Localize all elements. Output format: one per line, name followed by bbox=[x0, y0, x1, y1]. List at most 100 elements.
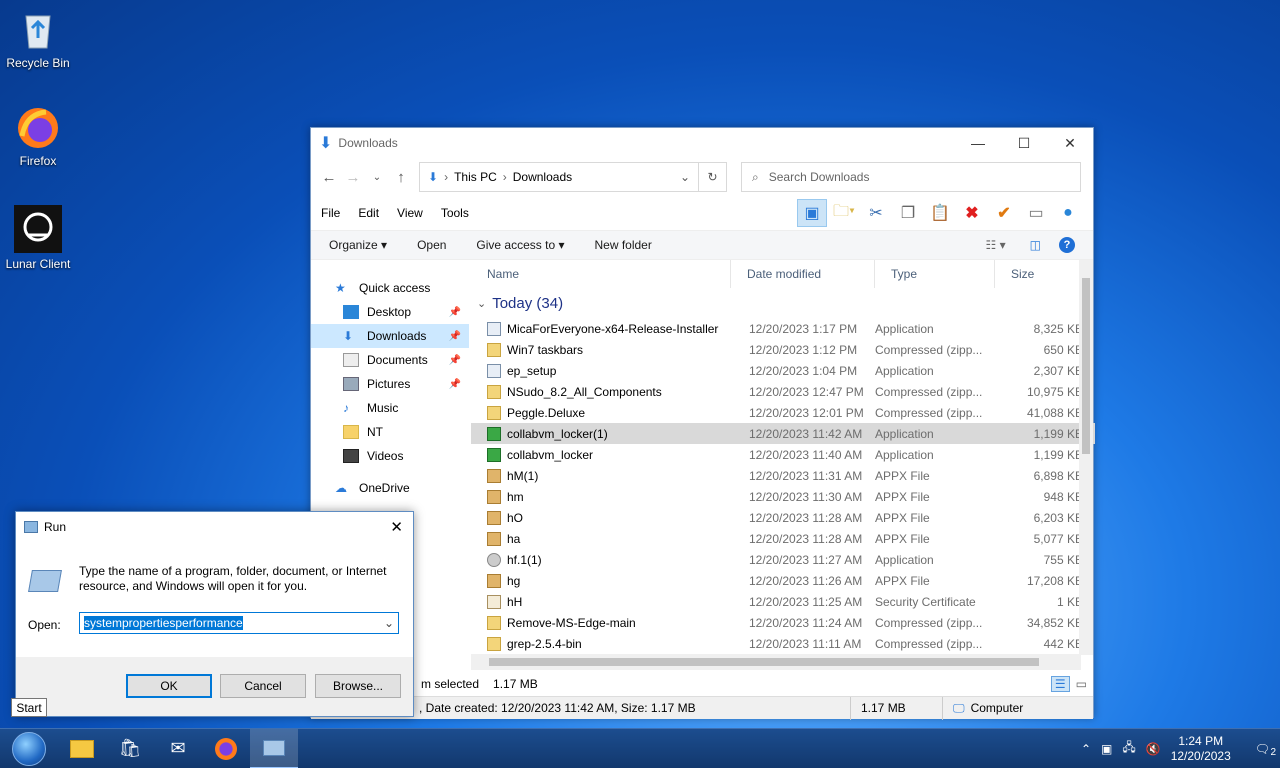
menu-edit[interactable]: Edit bbox=[358, 206, 379, 220]
cancel-button[interactable]: Cancel bbox=[220, 674, 306, 698]
scroll-thumb[interactable] bbox=[489, 658, 1039, 666]
taskbar-file-explorer[interactable] bbox=[58, 729, 106, 768]
table-row[interactable]: hM(1) 12/20/2023 11:31 AM APPX File 6,898 K… bbox=[471, 465, 1095, 486]
run-dialog[interactable]: Run ✕ Type the name of a program, folder… bbox=[15, 511, 414, 717]
dropdown-chevron-icon[interactable]: ⌄ bbox=[384, 616, 394, 630]
table-row[interactable]: hm 12/20/2023 11:30 AM APPX File 948 KB bbox=[471, 486, 1095, 507]
up-button[interactable]: ↑ bbox=[389, 169, 413, 186]
show-hidden-icons-chevron-icon[interactable]: ⌃ bbox=[1081, 742, 1091, 756]
table-row[interactable]: Win7 taskbars 12/20/2023 1:12 PM Compresse… bbox=[471, 339, 1095, 360]
clock[interactable]: 1:24 PM 12/20/2023 bbox=[1171, 734, 1231, 764]
breadcrumb-this-pc[interactable]: This PC bbox=[454, 170, 497, 184]
file-size: 6,898 KB bbox=[1033, 468, 1083, 483]
breadcrumb-downloads[interactable]: Downloads bbox=[513, 170, 572, 184]
table-row[interactable]: collabvm_locker(1) 12/20/2023 11:42 AM App… bbox=[471, 423, 1095, 444]
taskbar-run[interactable] bbox=[250, 728, 298, 768]
large-icons-view-icon[interactable]: ▭ bbox=[1076, 677, 1087, 691]
table-row[interactable]: MicaForEveryone-x64-Release-Installer 12/… bbox=[471, 318, 1095, 339]
maximize-button[interactable]: ☐ bbox=[1001, 128, 1047, 158]
paste-icon[interactable]: 📋 bbox=[925, 199, 955, 227]
close-button[interactable]: ✕ bbox=[390, 518, 403, 536]
nav-music[interactable]: ♪ Music bbox=[311, 396, 469, 420]
run-command-input[interactable]: systempropertiesperformance ⌄ bbox=[79, 612, 399, 634]
check-icon[interactable]: ✔ bbox=[989, 199, 1019, 227]
ok-button[interactable]: OK bbox=[126, 674, 212, 698]
close-button[interactable]: ✕ bbox=[1047, 128, 1093, 158]
desktop-icon-lunar-client[interactable]: Lunar Client bbox=[0, 205, 76, 271]
notifications-icon[interactable]: 🗨 2 bbox=[1255, 742, 1276, 758]
run-titlebar[interactable]: Run ✕ bbox=[16, 512, 413, 542]
table-row[interactable]: hO 12/20/2023 11:28 AM APPX File 6,203 KB bbox=[471, 507, 1095, 528]
recent-locations-button[interactable]: ⌄ bbox=[365, 172, 389, 183]
file-type: APPX File bbox=[875, 468, 930, 483]
menu-tools[interactable]: Tools bbox=[441, 206, 469, 220]
open-button[interactable]: Open bbox=[417, 238, 446, 252]
explorer-titlebar[interactable]: ⬇ Downloads — ☐ ✕ bbox=[311, 128, 1093, 158]
column-type[interactable]: Type bbox=[875, 260, 995, 288]
forward-button[interactable]: → bbox=[341, 169, 365, 186]
taskbar-store[interactable]: 🛍 bbox=[106, 729, 154, 768]
volume-muted-icon[interactable]: 🔇 bbox=[1146, 742, 1161, 756]
nav-quick-access[interactable]: ★ Quick access bbox=[311, 276, 469, 300]
nav-downloads[interactable]: ⬇ Downloads 📌 bbox=[311, 324, 469, 348]
table-row[interactable]: ha 12/20/2023 11:28 AM APPX File 5,077 KB bbox=[471, 528, 1095, 549]
table-row[interactable]: hf.1(1) 12/20/2023 11:27 AM Application 755… bbox=[471, 549, 1095, 570]
back-button[interactable]: ← bbox=[317, 169, 341, 186]
explorer-window[interactable]: ⬇ Downloads — ☐ ✕ ← → ⌄ ↑ ⬇ › This PC › … bbox=[310, 127, 1095, 720]
address-bar[interactable]: ⬇ › This PC › Downloads ⌄ bbox=[419, 162, 699, 192]
table-row[interactable]: Peggle.Deluxe 12/20/2023 12:01 PM Compress… bbox=[471, 402, 1095, 423]
taskbar-mail[interactable]: ✉ bbox=[154, 729, 202, 768]
group-header-today[interactable]: ⌄ Today (34) bbox=[471, 288, 1095, 318]
globe-icon[interactable]: ● bbox=[1053, 199, 1083, 227]
taskbar-firefox[interactable] bbox=[202, 729, 250, 768]
column-date-modified[interactable]: Date modified bbox=[731, 260, 875, 288]
devices-icon[interactable]: ▣ bbox=[1101, 742, 1112, 756]
nav-onedrive[interactable]: ☁ OneDrive bbox=[311, 476, 469, 500]
copy-icon[interactable]: ❐ bbox=[893, 199, 923, 227]
column-size[interactable]: Size bbox=[995, 260, 1083, 288]
nav-desktop[interactable]: Desktop 📌 bbox=[311, 300, 469, 324]
table-row[interactable]: collabvm_locker 12/20/2023 11:40 AM Applic… bbox=[471, 444, 1095, 465]
vertical-scrollbar[interactable] bbox=[1079, 260, 1093, 655]
nav-documents[interactable]: Documents 📌 bbox=[311, 348, 469, 372]
cut-icon[interactable]: ✂ bbox=[861, 199, 891, 227]
desktop-icon-firefox[interactable]: Firefox bbox=[0, 106, 76, 168]
table-row[interactable]: grep-2.5.4-bin 12/20/2023 11:11 AM Compres… bbox=[471, 633, 1095, 654]
nav-pictures[interactable]: Pictures 📌 bbox=[311, 372, 469, 396]
nav-videos[interactable]: Videos bbox=[311, 444, 469, 468]
minimize-button[interactable]: — bbox=[955, 128, 1001, 158]
menu-file[interactable]: File bbox=[321, 206, 340, 220]
column-name[interactable]: Name bbox=[471, 260, 731, 288]
file-type: Compressed (zipp... bbox=[875, 615, 983, 630]
rename-icon[interactable]: ▭ bbox=[1021, 199, 1051, 227]
address-dropdown-icon[interactable]: ⌄ bbox=[680, 170, 690, 184]
table-row[interactable]: hH 12/20/2023 11:25 AM Security Certificat… bbox=[471, 591, 1095, 612]
scroll-thumb[interactable] bbox=[1082, 278, 1090, 454]
table-row[interactable]: ep_setup 12/20/2023 1:04 PM Application 2,3… bbox=[471, 360, 1095, 381]
horizontal-scrollbar[interactable] bbox=[471, 654, 1081, 670]
nav-nt[interactable]: NT bbox=[311, 420, 469, 444]
preview-pane-icon[interactable]: ▣ bbox=[797, 199, 827, 227]
give-access-button[interactable]: Give access to ▾ bbox=[476, 238, 564, 252]
desktop-icon-recycle-bin[interactable]: Recycle Bin bbox=[0, 8, 76, 70]
folder-options-icon[interactable]: 🗀▾ bbox=[829, 199, 859, 227]
clock-date: 12/20/2023 bbox=[1170, 748, 1231, 763]
table-row[interactable]: Remove-MS-Edge-main 12/20/2023 11:24 AM Co… bbox=[471, 612, 1095, 633]
menu-view[interactable]: View bbox=[397, 206, 423, 220]
start-button[interactable] bbox=[0, 729, 58, 768]
preview-pane-toggle-icon[interactable]: ◫ bbox=[1030, 238, 1041, 252]
details-view-icon[interactable]: ☰ bbox=[1050, 676, 1070, 692]
new-folder-button[interactable]: New folder bbox=[594, 238, 651, 252]
delete-icon[interactable]: ✖ bbox=[957, 199, 987, 227]
browse-button[interactable]: Browse... bbox=[315, 674, 401, 698]
table-row[interactable]: hg 12/20/2023 11:26 AM APPX File 17,208 KB bbox=[471, 570, 1095, 591]
run-command-value: systempropertiesperformance bbox=[84, 616, 243, 630]
network-icon[interactable]: 🖧 bbox=[1122, 738, 1135, 759]
refresh-button[interactable]: ↻ bbox=[699, 162, 727, 192]
organize-button[interactable]: Organize ▾ bbox=[329, 238, 387, 252]
search-input[interactable]: ⌕ Search Downloads bbox=[741, 162, 1081, 192]
file-date: 12/20/2023 12:47 PM bbox=[749, 384, 864, 399]
help-icon[interactable]: ? bbox=[1059, 237, 1075, 253]
table-row[interactable]: NSudo_8.2_All_Components 12/20/2023 12:47… bbox=[471, 381, 1095, 402]
view-options-icon[interactable]: ☷ ▾ bbox=[986, 238, 1006, 252]
